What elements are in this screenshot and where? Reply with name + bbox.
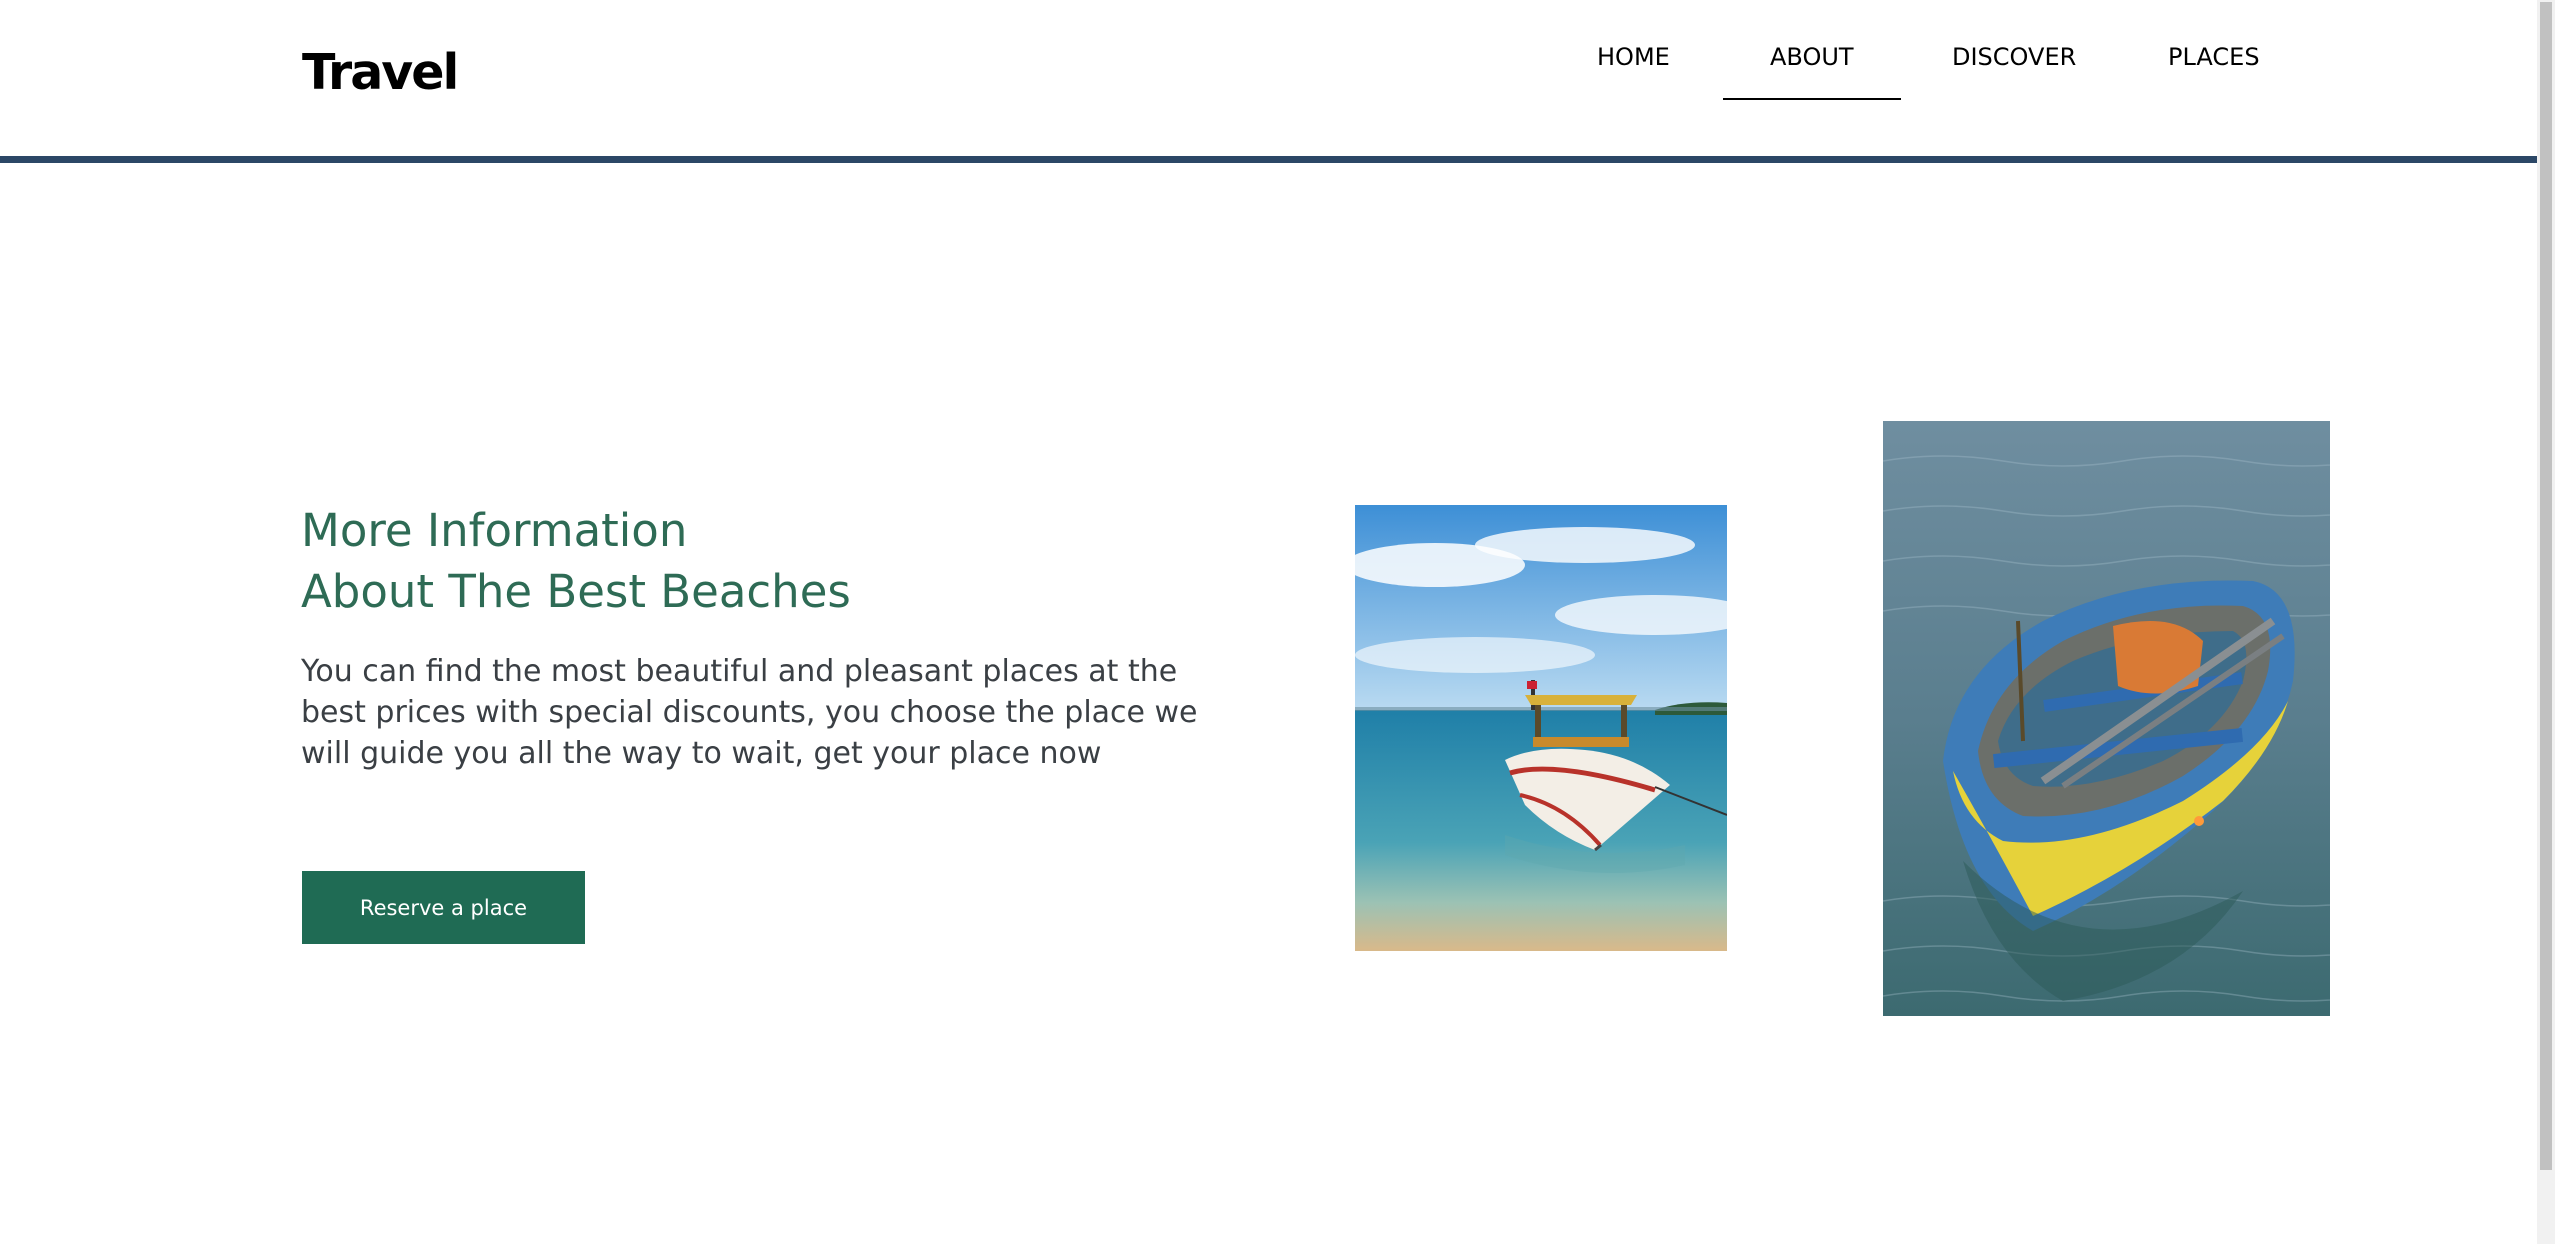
page: Travel HOME ABOUT DISCOVER PLACES More I…: [0, 0, 2555, 1244]
boat-on-beach-image: [1355, 505, 1727, 951]
nav-about[interactable]: ABOUT: [1723, 43, 1900, 100]
vertical-scrollbar[interactable]: [2537, 0, 2555, 1244]
main-nav: HOME ABOUT DISCOVER PLACES: [0, 0, 2537, 100]
yellow-rowboat-image: [1883, 421, 2330, 1016]
nav-places[interactable]: PLACES: [2168, 43, 2260, 71]
reserve-place-button[interactable]: Reserve a place: [302, 871, 585, 944]
nav-discover[interactable]: DISCOVER: [1952, 43, 2076, 71]
heading-line-1: More Information: [301, 504, 688, 557]
section-heading: More Information About The Best Beaches: [301, 500, 851, 622]
boat-on-beach-photo: [1355, 505, 1727, 951]
site-header: Travel HOME ABOUT DISCOVER PLACES: [0, 0, 2537, 163]
scrollbar-thumb[interactable]: [2540, 2, 2552, 1170]
nav-home[interactable]: HOME: [1597, 43, 1670, 71]
heading-line-2: About The Best Beaches: [301, 565, 851, 618]
yellow-rowboat-photo: [1883, 421, 2330, 1016]
section-description: You can find the most beautiful and plea…: [301, 654, 1198, 771]
